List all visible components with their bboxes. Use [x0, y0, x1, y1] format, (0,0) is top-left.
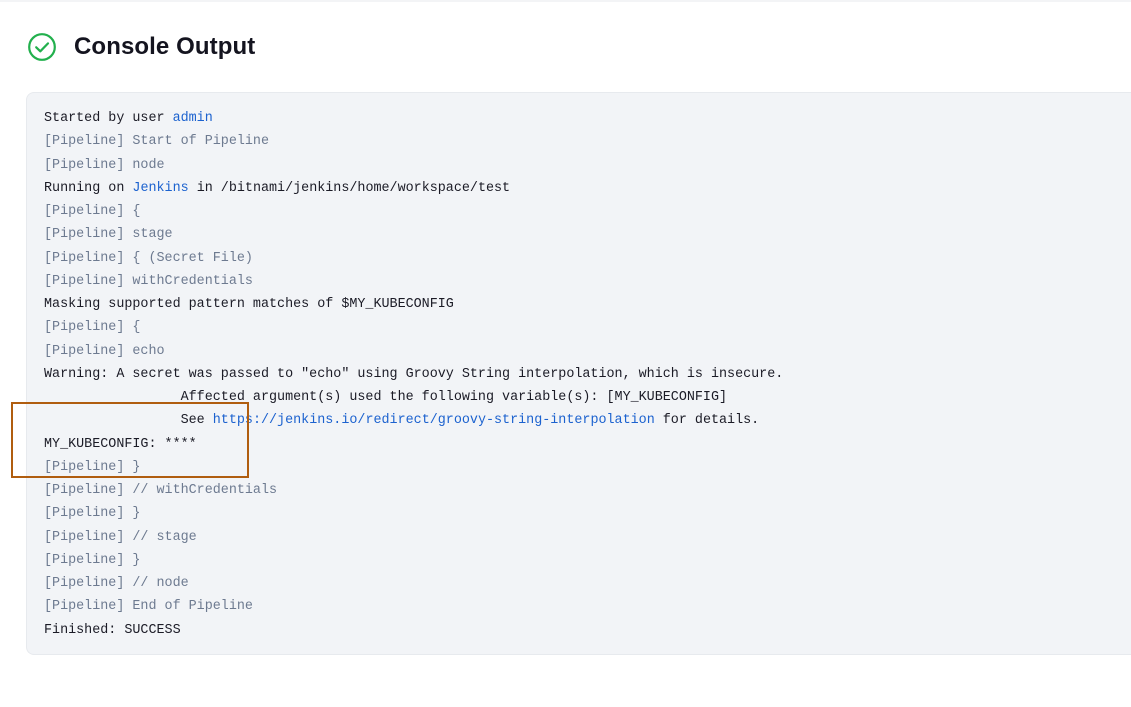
console-line: [Pipeline] stage	[44, 227, 173, 243]
groovy-interpolation-docs-link[interactable]: https://jenkins.io/redirect/groovy-strin…	[213, 413, 655, 428]
console-line: [Pipeline] }	[44, 459, 141, 475]
console-line: [Pipeline] node	[44, 157, 165, 173]
node-jenkins-link[interactable]: Jenkins	[132, 181, 188, 196]
console-line: [Pipeline] // stage	[44, 529, 197, 545]
console-log: Started by user admin [Pipeline] Start of…	[44, 107, 783, 642]
console-line: Masking supported pattern matches of $MY…	[44, 297, 454, 312]
console-output-panel: Started by user admin [Pipeline] Start of…	[26, 92, 1131, 655]
page-title: Console Output	[74, 33, 256, 60]
console-line: [Pipeline] Start of Pipeline	[44, 134, 269, 150]
console-line: Running on Jenkins in /bitnami/jenkins/h…	[44, 180, 511, 196]
console-line: [Pipeline] }	[44, 506, 141, 522]
page-header: Console Output	[27, 30, 255, 64]
console-line: [Pipeline] {	[44, 320, 141, 336]
console-line: [Pipeline] // withCredentials	[44, 483, 278, 498]
top-divider	[0, 0, 1131, 2]
check-circle-icon	[27, 32, 57, 62]
console-line: [Pipeline] withCredentials	[44, 273, 253, 289]
console-line: [Pipeline] { (Secret File)	[44, 250, 253, 266]
console-line: [Pipeline] }	[44, 552, 141, 568]
console-line: Warning: A secret was passed to "echo" u…	[44, 366, 784, 382]
console-line: [Pipeline] End of Pipeline	[44, 599, 253, 615]
console-line: Started by user admin	[44, 111, 213, 126]
console-line: MY_KUBECONFIG: ****	[44, 436, 197, 452]
console-line: See https://jenkins.io/redirect/groovy-s…	[44, 413, 760, 429]
user-admin-link[interactable]: admin	[173, 111, 213, 126]
console-line: [Pipeline] echo	[44, 343, 165, 359]
console-line: [Pipeline] // node	[44, 576, 189, 591]
console-line: Affected argument(s) used the following …	[44, 390, 728, 405]
console-line: [Pipeline] {	[44, 204, 141, 219]
console-line: Finished: SUCCESS	[44, 622, 181, 638]
